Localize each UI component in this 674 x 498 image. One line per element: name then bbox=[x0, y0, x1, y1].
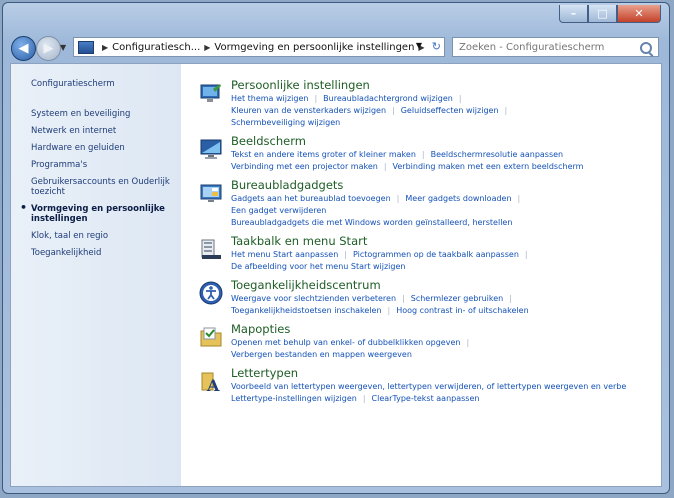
link-change-background[interactable]: Bureaubladachtergrond wijzigen bbox=[323, 94, 453, 103]
fonts-icon: A bbox=[201, 372, 220, 393]
folder-options-icon bbox=[200, 327, 222, 347]
content-area: Configuratiescherm Systeem en beveiligin… bbox=[10, 63, 662, 487]
address-dropdown-icon[interactable]: ▼ bbox=[416, 41, 422, 50]
refresh-icon[interactable]: ↻ bbox=[432, 40, 441, 53]
category-title[interactable]: Lettertypen bbox=[231, 366, 661, 380]
back-arrow-icon: ◀ bbox=[18, 41, 29, 56]
link-external-display[interactable]: Verbinding maken met een extern beeldsch… bbox=[393, 162, 584, 171]
breadcrumb-appearance[interactable]: Vormgeving en persoonlijke instellingen bbox=[214, 42, 414, 53]
ease-of-access-icon bbox=[199, 281, 223, 305]
back-button[interactable]: ◀ bbox=[11, 36, 36, 61]
category-ease-of-access: Toegankelijkheidscentrum Weergave voor s… bbox=[199, 278, 661, 317]
sidebar-item-programs[interactable]: Programma's bbox=[31, 160, 181, 170]
sidebar-item-network[interactable]: Netwerk en internet bbox=[31, 126, 181, 136]
breadcrumb-control-panel[interactable]: Configuratiesch... bbox=[112, 42, 200, 53]
link-remove-gadget[interactable]: Een gadget verwijderen bbox=[231, 206, 326, 215]
link-window-colors[interactable]: Kleuren van de vensterkaders wijzigen bbox=[231, 106, 386, 115]
category-display: Beeldscherm Tekst en andere items groter… bbox=[199, 134, 661, 173]
category-title[interactable]: Beeldscherm bbox=[231, 134, 661, 148]
search-icon[interactable] bbox=[640, 42, 652, 54]
link-font-settings[interactable]: Lettertype-instellingen wijzigen bbox=[231, 394, 357, 403]
category-title[interactable]: Persoonlijke instellingen bbox=[231, 78, 661, 92]
category-title[interactable]: Mapopties bbox=[231, 322, 661, 336]
close-button[interactable]: ✕ bbox=[617, 5, 661, 23]
search-box[interactable] bbox=[452, 37, 659, 57]
link-screen-resolution[interactable]: Beeldschermresolutie aanpassen bbox=[431, 150, 564, 159]
link-sticky-keys[interactable]: Toegankelijkheidstoetsen inschakelen bbox=[231, 306, 382, 315]
link-show-hidden-files[interactable]: Verbergen bestanden en mappen weergeven bbox=[231, 350, 412, 359]
sidebar: Configuratiescherm Systeem en beveiligin… bbox=[11, 64, 181, 486]
category-personalization: Persoonlijke instellingen Het thema wijz… bbox=[199, 78, 661, 129]
sidebar-item-clock-language[interactable]: Klok, taal en regio bbox=[31, 231, 181, 241]
link-sound-effects[interactable]: Geluidseffecten wijzigen bbox=[401, 106, 499, 115]
category-gadgets: Bureaubladgadgets Gadgets aan het bureau… bbox=[199, 178, 661, 229]
sidebar-item-hardware[interactable]: Hardware en geluiden bbox=[31, 143, 181, 153]
link-download-gadgets[interactable]: Meer gadgets downloaden bbox=[405, 194, 511, 203]
sidebar-item-accessibility[interactable]: Toegankelijkheid bbox=[31, 248, 181, 258]
sidebar-item-control-panel-home[interactable]: Configuratiescherm bbox=[31, 79, 181, 89]
category-folder-options: Mapopties Openen met behulp van enkel- o… bbox=[199, 322, 661, 361]
link-text-size[interactable]: Tekst en andere items groter of kleiner … bbox=[231, 150, 416, 159]
minimize-button[interactable]: – bbox=[559, 5, 588, 23]
link-cleartype[interactable]: ClearType-tekst aanpassen bbox=[372, 394, 480, 403]
category-list: Persoonlijke instellingen Het thema wijz… bbox=[181, 64, 661, 486]
link-projector[interactable]: Verbinding met een projector maken bbox=[231, 162, 378, 171]
caption-buttons: – □ ✕ bbox=[559, 5, 661, 23]
display-icon bbox=[200, 139, 222, 159]
link-customize-start[interactable]: Het menu Start aanpassen bbox=[231, 250, 338, 259]
category-taskbar: Taakbalk en menu Start Het menu Start aa… bbox=[199, 234, 661, 273]
sidebar-item-user-accounts[interactable]: Gebruikersaccounts en Ouderlijk toezicht bbox=[31, 177, 181, 197]
category-title[interactable]: Taakbalk en menu Start bbox=[231, 234, 661, 248]
forward-button[interactable]: ▶ bbox=[36, 36, 61, 61]
breadcrumb-chevron-icon[interactable]: ▶ bbox=[102, 43, 108, 52]
link-single-double-click[interactable]: Openen met behulp van enkel- of dubbelkl… bbox=[231, 338, 460, 347]
link-taskbar-icons[interactable]: Pictogrammen op de taakbalk aanpassen bbox=[353, 250, 519, 259]
search-input[interactable] bbox=[453, 40, 641, 54]
link-preview-fonts[interactable]: Voorbeeld van lettertypen weergeven, let… bbox=[231, 382, 626, 391]
link-visual-display[interactable]: Weergave voor slechtzienden verbeteren bbox=[231, 294, 396, 303]
link-narrator[interactable]: Schermlezer gebruiken bbox=[411, 294, 504, 303]
category-fonts: A Lettertypen Voorbeeld van lettertypen … bbox=[199, 366, 661, 405]
category-title[interactable]: Bureaubladgadgets bbox=[231, 178, 661, 192]
breadcrumb-chevron-icon[interactable]: ▶ bbox=[204, 43, 210, 52]
gadgets-icon bbox=[200, 184, 222, 202]
link-restore-gadgets[interactable]: Bureaubladgadgets die met Windows worden… bbox=[231, 218, 512, 227]
category-title[interactable]: Toegankelijkheidscentrum bbox=[231, 278, 661, 292]
link-start-picture[interactable]: De afbeelding voor het menu Start wijzig… bbox=[231, 262, 405, 271]
svg-text:A: A bbox=[206, 376, 220, 393]
forward-arrow-icon: ▶ bbox=[43, 41, 54, 56]
control-panel-window: – □ ✕ ◀ ▶ ▼ ▶ Configuratiesch... ▶ Vormg… bbox=[2, 2, 670, 494]
sidebar-item-appearance[interactable]: Vormgeving en persoonlijke instellingen bbox=[20, 203, 181, 224]
address-bar[interactable]: ▶ Configuratiesch... ▶ Vormgeving en per… bbox=[73, 37, 445, 57]
sidebar-item-system-security[interactable]: Systeem en beveiliging bbox=[31, 109, 181, 119]
taskbar-icon bbox=[201, 239, 221, 259]
personalization-icon bbox=[200, 84, 221, 102]
maximize-button[interactable]: □ bbox=[588, 5, 617, 23]
recent-pages-dropdown[interactable]: ▼ bbox=[60, 43, 66, 52]
control-panel-icon bbox=[78, 40, 94, 54]
link-change-theme[interactable]: Het thema wijzigen bbox=[231, 94, 308, 103]
link-high-contrast[interactable]: Hoog contrast in- of uitschakelen bbox=[396, 306, 528, 315]
link-add-gadgets[interactable]: Gadgets aan het bureaublad toevoegen bbox=[231, 194, 391, 203]
navigation-bar: ◀ ▶ ▼ ▶ Configuratiesch... ▶ Vormgeving … bbox=[3, 35, 669, 61]
link-screensaver[interactable]: Schermbeveiliging wijzigen bbox=[231, 118, 340, 127]
